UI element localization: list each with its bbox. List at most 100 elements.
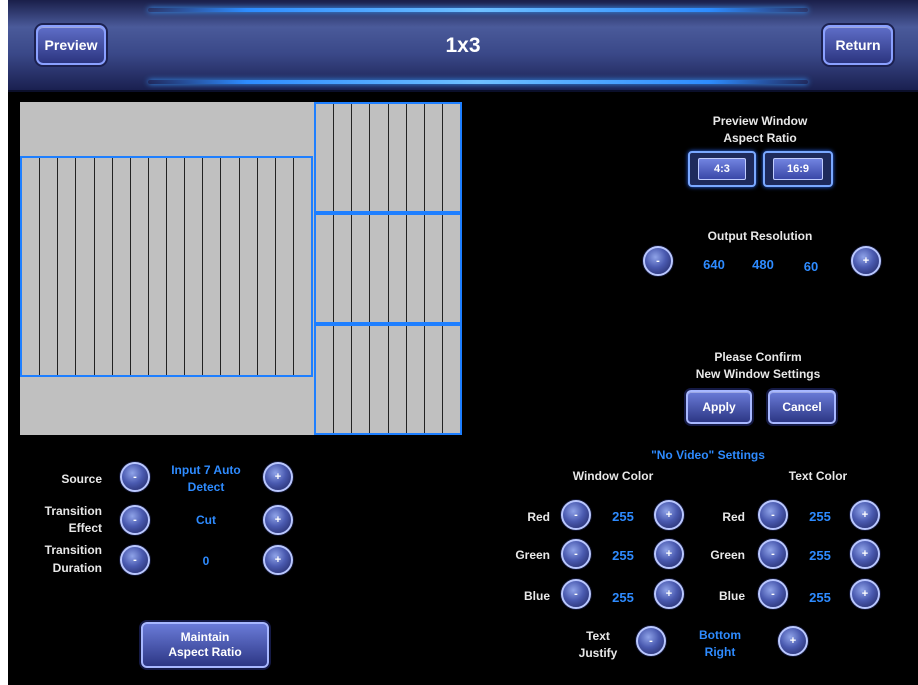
text-red-value: 255 [809, 509, 831, 524]
text-red-minus-button[interactable]: - [758, 500, 788, 530]
header-glow-bottom [148, 80, 808, 84]
window-stripe [131, 158, 149, 375]
minus-icon: - [574, 588, 578, 600]
page-title: 1x3 [445, 34, 481, 57]
text-green-value: 255 [809, 548, 831, 563]
aspect-16-9-button[interactable]: 16:9 [763, 151, 833, 187]
text-red-plus-button[interactable]: + [850, 500, 880, 530]
window-stripe [185, 158, 204, 375]
window-red-minus-button[interactable]: - [561, 500, 591, 530]
header-bar: Preview 1x3 Return [8, 0, 918, 92]
window-stripe [443, 326, 460, 433]
window-stripe [316, 104, 335, 211]
window-stripe [113, 158, 131, 375]
text-justify-minus-button[interactable]: - [636, 626, 666, 656]
layout-window-3[interactable] [314, 213, 462, 324]
return-button[interactable]: Return [823, 25, 893, 65]
window-stripe [240, 158, 258, 375]
window-stripe [334, 104, 353, 211]
source-plus-button[interactable]: + [263, 462, 293, 492]
minus-icon: - [649, 635, 653, 647]
plus-icon: + [861, 588, 869, 600]
transition-effect-value: Cut [196, 513, 216, 527]
text-justify-label-line1: Text [586, 629, 610, 643]
resolution-plus-button[interactable]: + [851, 246, 881, 276]
window-blue-minus-button[interactable]: - [561, 579, 591, 609]
minus-icon: - [771, 588, 775, 600]
output-resolution-label: Output Resolution [707, 229, 813, 243]
window-stripe [316, 215, 335, 322]
window-stripe [352, 104, 371, 211]
layout-window-4[interactable] [314, 324, 462, 435]
text-blue-value: 255 [809, 590, 831, 605]
window-stripe [389, 104, 407, 211]
window-green-value: 255 [612, 548, 634, 563]
window-stripe [221, 158, 240, 375]
text-justify-value-line1: Bottom [699, 628, 741, 642]
transition-duration-minus-button[interactable]: - [120, 545, 150, 575]
window-stripe [370, 104, 389, 211]
window-stripe [425, 326, 443, 433]
window-stripe [203, 158, 222, 375]
text-blue-plus-button[interactable]: + [850, 579, 880, 609]
window-stripe [370, 326, 389, 433]
minus-icon: - [133, 554, 137, 566]
window-stripe [352, 215, 371, 322]
maintain-aspect-ratio-button[interactable]: Maintain Aspect Ratio [141, 622, 269, 668]
text-justify-label-line2: Justify [578, 646, 618, 660]
window-stripe [149, 158, 167, 375]
window-stripe [407, 215, 425, 322]
plus-icon: + [274, 514, 282, 526]
maintain-aspect-ratio-label: Maintain Aspect Ratio [168, 630, 242, 659]
minus-icon: - [656, 255, 660, 267]
apply-button[interactable]: Apply [686, 390, 752, 424]
aspect-4-3-label: 4:3 [697, 158, 747, 180]
text-justify-value-line2: Right [704, 645, 736, 659]
window-stripe [276, 158, 294, 375]
aspect-16-9-label: 16:9 [773, 158, 823, 180]
transition-duration-label-line1: Transition [44, 543, 102, 557]
minus-icon: - [133, 471, 137, 483]
window-stripe [95, 158, 113, 375]
window-green-minus-button[interactable]: - [561, 539, 591, 569]
minus-icon: - [771, 509, 775, 521]
header-glow-top [148, 8, 808, 12]
resolution-width-value: 640 [703, 257, 725, 272]
cancel-button[interactable]: Cancel [768, 390, 836, 424]
window-blue-label: Blue [523, 589, 550, 603]
window-stripe [334, 215, 353, 322]
app-frame: Preview 1x3 Return Preview Window Aspect… [8, 0, 918, 685]
plus-icon: + [274, 471, 282, 483]
plus-icon: + [789, 635, 797, 647]
window-stripe [76, 158, 95, 375]
plus-icon: + [861, 509, 869, 521]
window-stripe [316, 326, 335, 433]
window-stripe [407, 326, 425, 433]
text-blue-minus-button[interactable]: - [758, 579, 788, 609]
window-red-plus-button[interactable]: + [654, 500, 684, 530]
text-blue-label: Blue [718, 589, 745, 603]
window-stripe [425, 215, 443, 322]
resolution-refresh-value: 60 [803, 259, 819, 274]
window-green-plus-button[interactable]: + [654, 539, 684, 569]
transition-effect-minus-button[interactable]: - [120, 505, 150, 535]
text-justify-plus-button[interactable]: + [778, 626, 808, 656]
plus-icon: + [665, 548, 673, 560]
window-blue-plus-button[interactable]: + [654, 579, 684, 609]
layout-window-2[interactable] [314, 102, 462, 213]
window-stripe [389, 215, 407, 322]
resolution-height-value: 480 [752, 257, 774, 272]
layout-window-1[interactable] [20, 156, 313, 377]
transition-effect-plus-button[interactable]: + [263, 505, 293, 535]
window-color-header: Window Color [572, 469, 654, 483]
text-green-minus-button[interactable]: - [758, 539, 788, 569]
source-minus-button[interactable]: - [120, 462, 150, 492]
aspect-4-3-button[interactable]: 4:3 [688, 151, 756, 187]
confirm-line2: New Window Settings [695, 367, 821, 381]
window-red-label: Red [527, 510, 550, 524]
resolution-minus-button[interactable]: - [643, 246, 673, 276]
transition-duration-plus-button[interactable]: + [263, 545, 293, 575]
text-green-plus-button[interactable]: + [850, 539, 880, 569]
minus-icon: - [574, 548, 578, 560]
no-video-settings-title: "No Video" Settings [651, 448, 765, 462]
